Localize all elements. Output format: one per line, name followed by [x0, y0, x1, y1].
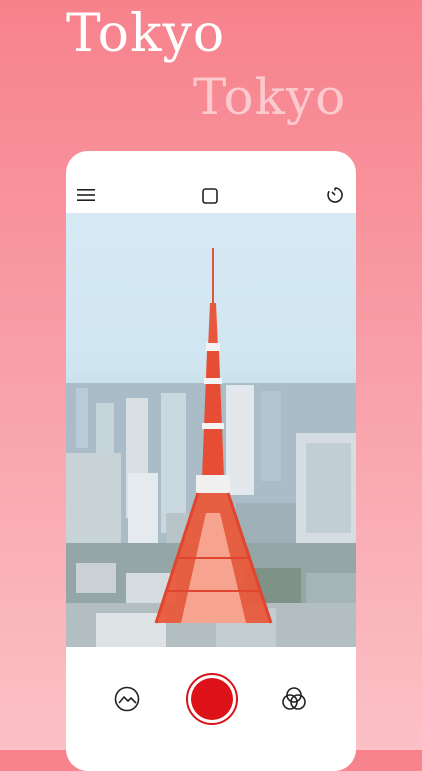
- gallery-icon[interactable]: [113, 685, 141, 713]
- shutter-button-inner[interactable]: [191, 678, 233, 720]
- app-title: Tokyo: [66, 4, 226, 64]
- camera-bottom-bar: [66, 647, 356, 771]
- shutter-button[interactable]: [186, 673, 238, 725]
- timer-icon[interactable]: [326, 186, 344, 204]
- app-title-echo: Tokyo: [193, 68, 347, 126]
- phone-frame: [66, 151, 356, 771]
- filters-icon[interactable]: [280, 685, 308, 713]
- menu-icon[interactable]: [77, 189, 95, 201]
- frame-icon[interactable]: [202, 188, 218, 204]
- tokyo-tower-photo: [66, 248, 356, 647]
- camera-top-bar: [66, 151, 356, 213]
- camera-viewfinder[interactable]: [66, 213, 356, 647]
